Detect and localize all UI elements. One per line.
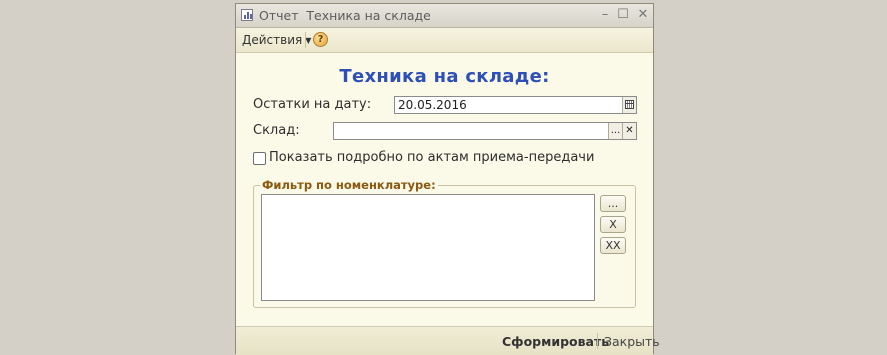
- toolbar: Действия ▼ ?: [236, 28, 653, 53]
- filter-clear-all-button[interactable]: XX: [600, 237, 626, 254]
- maximize-button[interactable]: ☐: [615, 7, 631, 23]
- toolbar-separator: [305, 32, 306, 48]
- footer-separator: [597, 333, 598, 349]
- date-label: Остатки на дату:: [253, 97, 372, 112]
- filter-group-title: Фильтр по номенклатуре:: [260, 178, 438, 192]
- filter-select-button[interactable]: ...: [600, 195, 626, 212]
- calendar-icon: [625, 100, 634, 109]
- title-bar: Отчет Техника на складе – ☐ ✕: [236, 4, 653, 28]
- warehouse-label: Склад:: [253, 123, 300, 138]
- window-title: Отчет Техника на складе: [259, 8, 431, 23]
- nomenclature-filter-list[interactable]: [261, 194, 595, 301]
- warehouse-field[interactable]: ... ✕: [333, 122, 637, 140]
- warehouse-clear-button[interactable]: ✕: [622, 123, 636, 139]
- date-value: 20.05.2016: [398, 98, 467, 112]
- minimize-button[interactable]: –: [597, 7, 613, 23]
- actions-menu-label: Действия: [242, 33, 303, 47]
- form-title: Техника на складе:: [339, 66, 550, 87]
- report-chart-icon: [241, 9, 253, 21]
- actions-menu[interactable]: Действия ▼: [242, 33, 311, 47]
- chevron-down-icon: ▼: [305, 36, 312, 45]
- generate-button[interactable]: Сформировать: [502, 334, 609, 349]
- close-window-button[interactable]: ✕: [635, 7, 651, 23]
- close-button[interactable]: Закрыть: [604, 334, 660, 349]
- detail-checkbox[interactable]: [253, 152, 266, 165]
- detail-checkbox-label[interactable]: Показать подробно по актам приема-переда…: [269, 150, 594, 165]
- date-field[interactable]: 20.05.2016: [394, 96, 637, 114]
- help-button[interactable]: ?: [313, 32, 328, 47]
- warehouse-select-button[interactable]: ...: [608, 123, 622, 139]
- report-window: Отчет Техника на складе – ☐ ✕ Действия ▼ …: [235, 3, 660, 355]
- calendar-button[interactable]: [622, 97, 636, 113]
- footer-bar: Сформировать Закрыть: [236, 326, 660, 355]
- filter-remove-button[interactable]: X: [600, 216, 626, 233]
